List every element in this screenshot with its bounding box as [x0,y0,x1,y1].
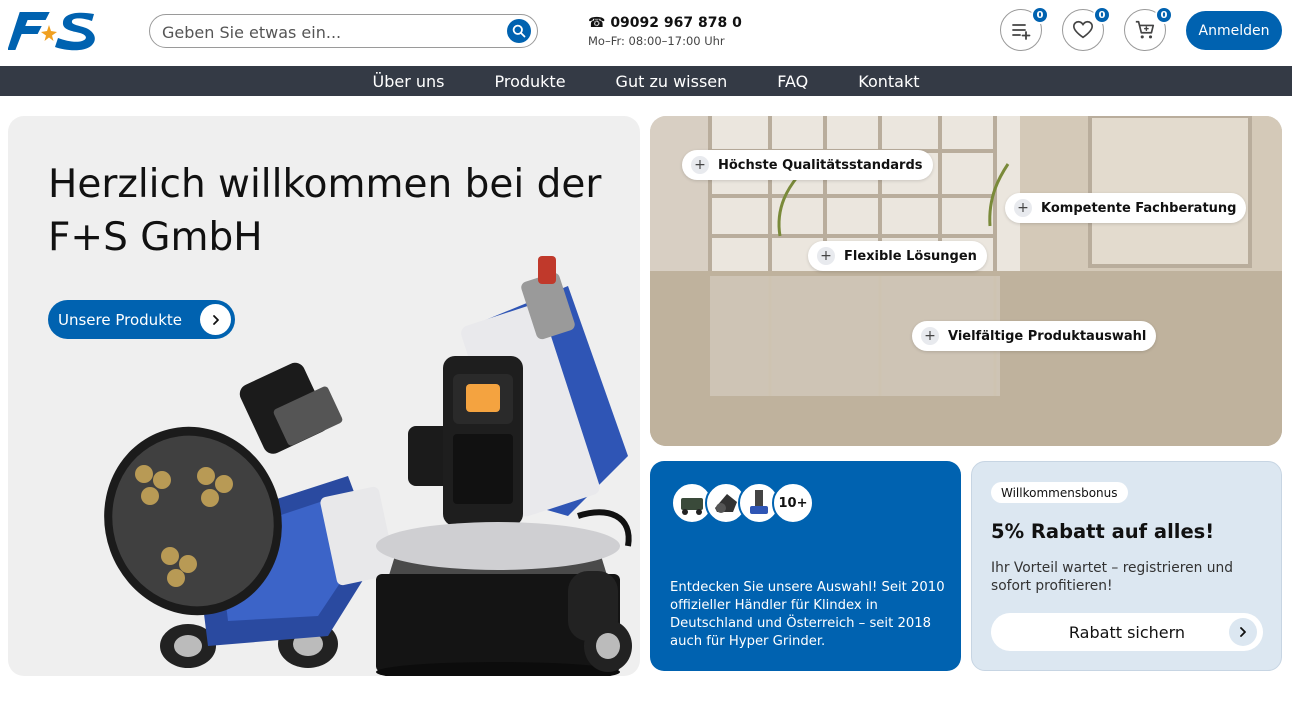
bonus-tag: Willkommensbonus [991,482,1128,503]
nav-item-products[interactable]: Produkte [494,72,565,91]
main-nav: Über uns Produkte Gut zu wissen FAQ Kont… [0,66,1292,96]
selection-text: Entdecken Sie unsere Auswahl! Seit 2010 … [670,580,945,649]
plus-icon: + [817,247,835,265]
nav-item-contact[interactable]: Kontakt [858,72,919,91]
phone-number[interactable]: ☎ 09092 967 878 0 [588,15,742,31]
showroom-photo-card: + Höchste Qualitätsstandards + Kompetent… [650,116,1282,446]
claim-discount-label: Rabatt sichern [1068,622,1186,642]
feature-quality-label: Höchste Qualitätsstandards [718,157,923,173]
cart-count-badge: 0 [1155,6,1173,24]
fs-logo[interactable] [8,10,100,52]
search-input[interactable] [162,21,502,43]
nav-item-good-to-know[interactable]: Gut zu wissen [616,72,728,91]
wishlist-button[interactable]: 0 [1062,6,1111,51]
cart-button[interactable]: 0 [1124,6,1173,51]
search-icon [512,24,526,38]
hero-section: Herzlich willkommen bei der F+S GmbH Uns… [8,116,640,676]
chevron-right-icon [1229,618,1257,646]
welcome-bonus-card: Willkommensbonus 5% Rabatt auf alles! Ih… [971,461,1282,671]
search-button[interactable] [507,19,531,43]
more-products-badge: 10+ [772,482,814,524]
feature-quality[interactable]: + Höchste Qualitätsstandards [682,150,933,180]
selection-card[interactable]: 10+ Entdecken Sie unsere Auswahl! Seit 2… [650,461,961,671]
list-add-icon [1012,24,1031,40]
search-box [149,14,538,48]
cart-icon [1135,20,1155,39]
site-header: ☎ 09092 967 878 0 Mo–Fr: 08:00–17:00 Uhr… [0,0,1292,66]
claim-discount-button[interactable]: Rabatt sichern [991,613,1263,651]
feature-variety[interactable]: + Vielfältige Produktauswahl [912,321,1157,351]
bonus-title: 5% Rabatt auf alles! [991,520,1215,543]
feature-consulting[interactable]: + Kompetente Fachberatung [1005,193,1247,223]
heart-icon [1073,20,1093,39]
opening-hours: Mo–Fr: 08:00–17:00 Uhr [588,34,725,48]
feature-variety-label: Vielfältige Produktauswahl [948,328,1147,344]
plus-icon: + [1014,199,1032,217]
feature-flexible-label: Flexible Lösungen [844,248,977,264]
nav-item-about[interactable]: Über uns [372,72,444,91]
hero-title: Herzlich willkommen bei der F+S GmbH [48,162,602,260]
feature-flexible[interactable]: + Flexible Lösungen [808,241,987,271]
plus-icon: + [691,156,709,174]
feature-consulting-label: Kompetente Fachberatung [1041,200,1237,216]
compare-count-badge: 0 [1031,6,1049,24]
compare-button[interactable]: 0 [1000,6,1049,51]
wishlist-count-badge: 0 [1093,6,1111,24]
floor-grinder-image [104,256,632,676]
plus-icon: + [921,327,939,345]
login-button[interactable]: Anmelden [1186,11,1282,50]
bonus-text: Ihr Vorteil wartet – registrieren und so… [991,560,1233,594]
nav-item-faq[interactable]: FAQ [777,72,808,91]
